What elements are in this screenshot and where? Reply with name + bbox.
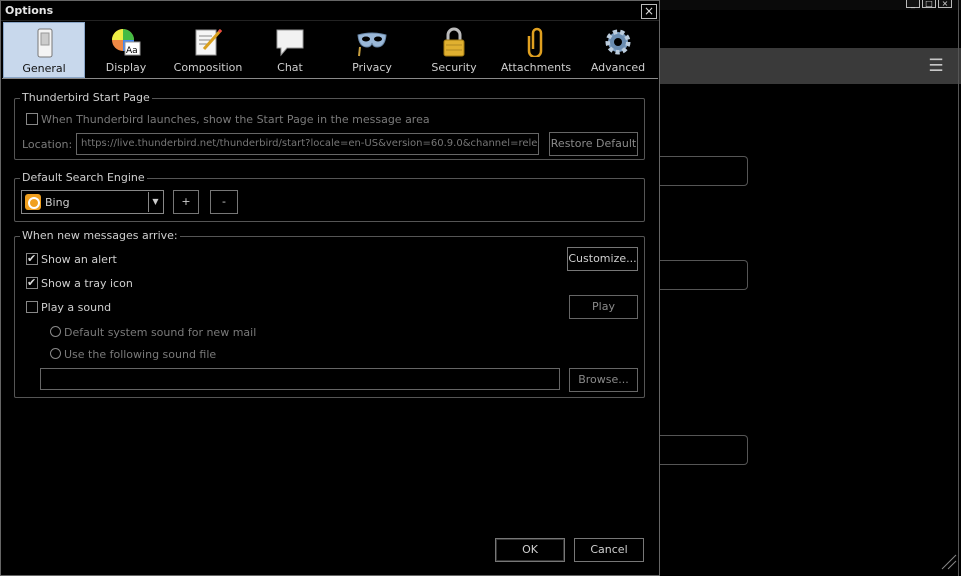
start-page-legend: Thunderbird Start Page — [20, 91, 152, 104]
default-sound-label: Default system sound for new mail — [64, 326, 257, 339]
tab-attachments[interactable]: Attachments — [495, 22, 577, 78]
start-page-checkbox-label: When Thunderbird launches, show the Star… — [41, 113, 430, 126]
dialog-close-button[interactable]: × — [641, 4, 657, 19]
bing-icon — [25, 194, 41, 210]
dialog-title: Options — [5, 4, 54, 17]
tray-icon-label: Show a tray icon — [41, 277, 133, 290]
background-field[interactable] — [660, 156, 748, 186]
remove-search-engine-button[interactable]: - — [210, 190, 238, 214]
play-sound-label: Play a sound — [41, 301, 112, 314]
tab-display[interactable]: Aa Display — [85, 22, 167, 78]
tab-label: Security — [431, 61, 477, 74]
tab-label: Privacy — [352, 61, 392, 74]
background-field[interactable] — [660, 260, 748, 290]
tab-chat[interactable]: Chat — [249, 22, 331, 78]
display-icon: Aa — [112, 29, 141, 56]
options-dialog: Options × General Aa Display Composition… — [0, 0, 660, 576]
options-tabbar: General Aa Display Composition Chat Priv… — [2, 22, 658, 79]
tab-label: Chat — [277, 61, 303, 74]
minimize-button[interactable]: _ — [906, 0, 920, 8]
search-engine-legend: Default Search Engine — [20, 171, 147, 184]
new-messages-legend: When new messages arrive: — [20, 229, 180, 242]
background-toolbar — [660, 48, 961, 84]
restore-default-button[interactable]: Restore Default — [549, 132, 638, 156]
dialog-titlebar: Options × — [1, 1, 659, 21]
chat-icon — [276, 29, 304, 57]
window-border — [958, 0, 959, 576]
chevron-down-icon[interactable]: ▼ — [148, 192, 162, 212]
paperclip-icon — [527, 27, 543, 57]
tab-label: Advanced — [590, 61, 646, 74]
location-label: Location: — [22, 138, 73, 151]
show-alert-checkbox[interactable] — [26, 252, 38, 265]
browse-button[interactable]: Browse... — [569, 368, 638, 392]
padlock-icon — [443, 27, 465, 57]
composition-icon — [195, 28, 223, 56]
search-engine-select[interactable]: Bing ▼ — [21, 190, 164, 214]
gear-icon — [605, 29, 631, 55]
customize-button[interactable]: Customize... — [567, 247, 638, 271]
tab-general[interactable]: General — [3, 22, 85, 78]
close-window-button[interactable]: × — [938, 0, 952, 8]
hamburger-icon[interactable]: ☰ — [926, 56, 946, 76]
tab-advanced[interactable]: Advanced — [577, 22, 659, 78]
cancel-button[interactable]: Cancel — [574, 538, 644, 562]
privacy-mask-icon — [357, 32, 387, 57]
add-search-engine-button[interactable]: + — [173, 190, 199, 214]
tab-label: Attachments — [500, 61, 572, 74]
tab-security[interactable]: Security — [413, 22, 495, 78]
search-engine-value: Bing — [45, 196, 70, 209]
use-file-label: Use the following sound file — [64, 348, 217, 361]
show-alert-label: Show an alert — [41, 253, 117, 266]
tray-icon-checkbox[interactable] — [26, 276, 38, 289]
tab-label: Display — [105, 61, 147, 74]
tab-composition[interactable]: Composition — [167, 22, 249, 78]
tab-label: General — [22, 62, 66, 75]
resize-grip-icon[interactable] — [936, 551, 958, 571]
default-sound-radio[interactable] — [50, 326, 61, 337]
ok-button[interactable]: OK — [495, 538, 565, 562]
start-page-checkbox[interactable] — [26, 113, 38, 125]
use-file-radio[interactable] — [50, 348, 61, 359]
location-input[interactable]: https://live.thunderbird.net/thunderbird… — [76, 133, 539, 155]
svg-text:Aa: Aa — [126, 46, 138, 56]
background-field[interactable] — [660, 435, 748, 465]
tab-privacy[interactable]: Privacy — [331, 22, 413, 78]
switch-icon — [37, 28, 53, 58]
maximize-button[interactable]: □ — [922, 0, 936, 8]
sound-file-input[interactable] — [40, 368, 560, 390]
play-sound-checkbox[interactable] — [26, 301, 38, 313]
tab-label: Composition — [173, 61, 243, 74]
play-button[interactable]: Play — [569, 295, 638, 319]
background-titlebar: _ □ × — [660, 0, 961, 10]
